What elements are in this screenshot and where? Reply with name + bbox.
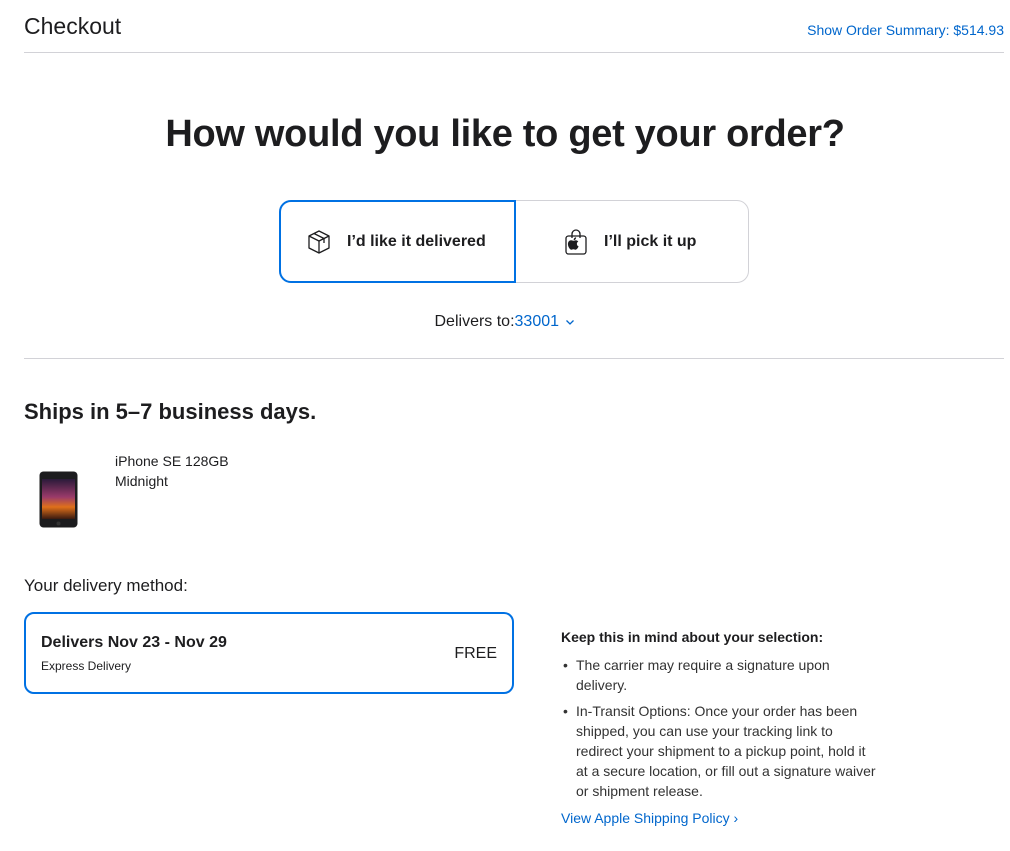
product-name: iPhone SE 128GB — [115, 453, 229, 469]
delivery-option-card[interactable]: Delivers Nov 23 - Nov 29 Express Deliver… — [24, 612, 514, 694]
shipping-time-heading: Ships in 5–7 business days. — [24, 399, 317, 424]
section-divider — [24, 358, 1004, 359]
notes-heading: Keep this in mind about your selection: — [561, 629, 824, 645]
pickup-option-label: I’ll pick it up — [604, 232, 697, 250]
box-icon — [306, 229, 332, 255]
delivery-price: FREE — [454, 645, 497, 662]
zip-code-selector[interactable]: 33001 — [515, 313, 576, 330]
deliver-option-button[interactable]: I’d like it delivered — [279, 200, 516, 283]
apple-bag-icon — [563, 228, 589, 255]
delivers-to-label: Delivers to: — [434, 313, 515, 331]
show-order-summary-link[interactable]: Show Order Summary: $514.93 — [807, 22, 1004, 38]
header-divider — [24, 52, 1004, 53]
chevron-down-icon — [565, 313, 575, 331]
delivers-to-row: Delivers to:33001 — [0, 313, 1010, 331]
notes-list: The carrier may require a signature upon… — [561, 655, 876, 807]
note-item-signature: The carrier may require a signature upon… — [563, 655, 876, 695]
note-item-in-transit: In-Transit Options: Once your order has … — [563, 701, 876, 801]
zip-code-value: 33001 — [514, 313, 560, 331]
pickup-option-button[interactable]: I’ll pick it up — [516, 200, 750, 283]
shipping-policy-link[interactable]: View Apple Shipping Policy › — [561, 810, 738, 826]
fulfillment-toggle: I’d like it delivered I’ll pick it up — [279, 200, 749, 283]
deliver-option-label: I’d like it delivered — [347, 232, 486, 250]
product-color: Midnight — [115, 473, 168, 489]
page-title: Checkout — [24, 13, 122, 39]
fulfillment-headline: How would you like to get your order? — [165, 113, 845, 155]
delivery-type: Express Delivery — [41, 659, 132, 673]
delivery-method-heading: Your delivery method: — [24, 576, 188, 595]
product-image — [39, 471, 78, 533]
delivery-date-range: Delivers Nov 23 - Nov 29 — [41, 634, 227, 651]
